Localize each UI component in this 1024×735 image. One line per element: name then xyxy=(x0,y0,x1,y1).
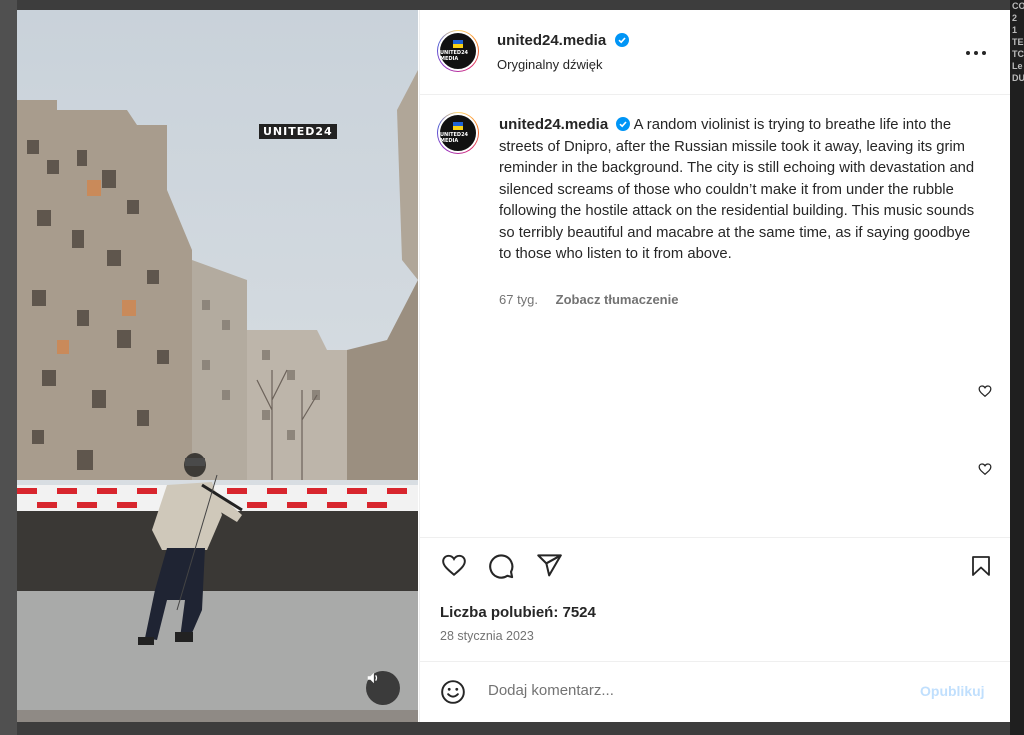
audio-subtitle[interactable]: Oryginalny dźwięk xyxy=(497,57,603,72)
background-right-text: COMPARED 2 1 TE TC Le DU xyxy=(1012,1,1024,83)
likes-count[interactable]: Liczba polubień: 7524 xyxy=(440,604,596,621)
comment-input[interactable] xyxy=(486,681,910,700)
comment-icon[interactable] xyxy=(487,552,515,580)
post-actions xyxy=(420,537,1010,598)
video-watermark: UNITED24 xyxy=(259,124,337,139)
video-frame xyxy=(17,10,418,722)
post-modal: UNITED24 UNITED24 MEDIA united24.media O… xyxy=(17,10,1010,722)
caption-text: A random violinist is trying to breathe … xyxy=(499,117,975,262)
publish-button[interactable]: Opublikuj xyxy=(920,683,985,699)
verified-badge-icon xyxy=(614,33,629,47)
avatar[interactable]: UNITED24 MEDIA xyxy=(437,30,479,72)
avatar-label: UNITED24 MEDIA xyxy=(440,132,469,144)
author-line: united24.media xyxy=(497,32,629,50)
comment-like-heart-icon[interactable] xyxy=(978,462,992,476)
author-username[interactable]: united24.media xyxy=(497,32,606,49)
flag-icon xyxy=(453,40,463,48)
emoji-icon[interactable] xyxy=(440,679,466,705)
share-icon[interactable] xyxy=(536,552,563,579)
more-options-icon[interactable] xyxy=(965,44,987,56)
comment-like-heart-icon[interactable] xyxy=(978,384,992,398)
post-video[interactable]: UNITED24 xyxy=(17,10,418,722)
verified-badge-icon xyxy=(616,117,631,131)
caption-meta: 67 tyg. Zobacz tłumaczenie xyxy=(499,292,678,307)
post-header: UNITED24 MEDIA united24.media Oryginalny… xyxy=(420,10,1010,95)
flag-icon xyxy=(453,122,463,130)
avatar-label: UNITED24 MEDIA xyxy=(440,50,469,62)
bookmark-icon[interactable] xyxy=(969,552,993,580)
background-left-strip xyxy=(0,0,17,735)
sound-toggle-button[interactable] xyxy=(366,671,400,705)
post-caption: united24.media A random violinist is try… xyxy=(499,114,979,266)
background-right-strip xyxy=(1010,0,1024,735)
post-date[interactable]: 28 stycznia 2023 xyxy=(440,629,534,643)
post-age[interactable]: 67 tyg. xyxy=(499,292,538,307)
comment-bar: Opublikuj xyxy=(420,661,1010,722)
post-details-panel: UNITED24 MEDIA united24.media Oryginalny… xyxy=(419,10,1010,722)
speaker-icon xyxy=(367,672,378,684)
see-translation-link[interactable]: Zobacz tłumaczenie xyxy=(556,292,679,307)
caption-username[interactable]: united24.media xyxy=(499,116,608,133)
heart-icon[interactable] xyxy=(440,552,468,578)
caption-avatar[interactable]: UNITED24 MEDIA xyxy=(437,112,479,154)
